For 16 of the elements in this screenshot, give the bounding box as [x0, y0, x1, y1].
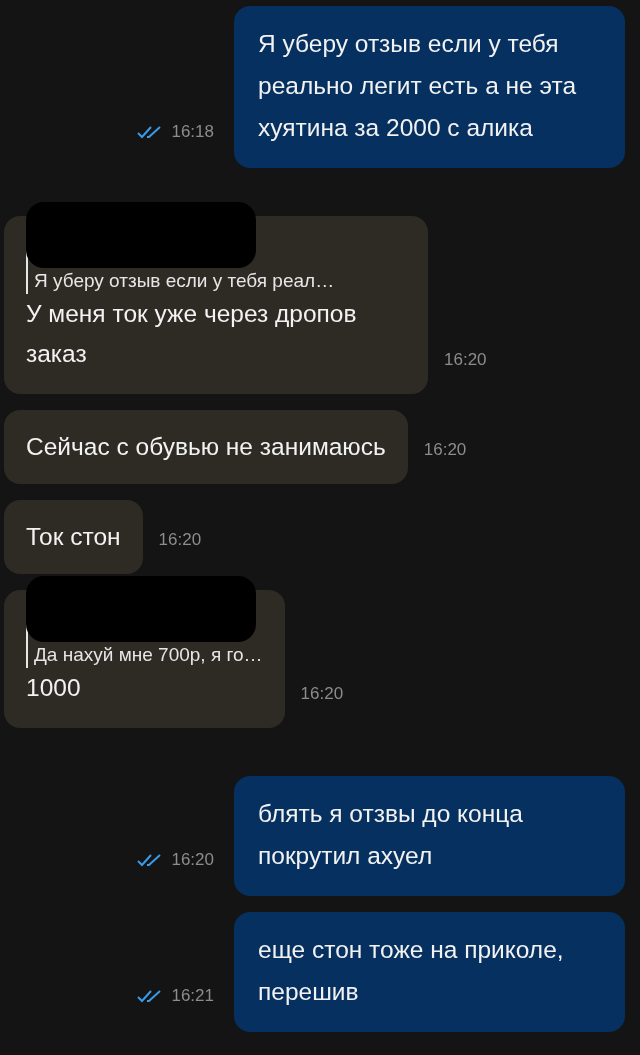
- message-time: 16:20: [171, 850, 214, 870]
- quote-text: Я уберу отзыв если у тебя реал…: [34, 269, 336, 293]
- message-time: 16:18: [171, 122, 214, 142]
- message-text: Я уберу отзыв если у тебя реально легит есть а не эта хуятина за 2000 с алика: [258, 29, 578, 143]
- message-text: 1000: [26, 673, 82, 703]
- message-time: 16:21: [171, 986, 214, 1006]
- message-text: У меня ток уже через дропов заказ: [26, 299, 358, 369]
- message-text: блять я отзвы до конца покрутил ахуел: [258, 799, 524, 871]
- message-time: 16:20: [158, 530, 202, 550]
- quote-text: Да нахуй мне 700р, я го…: [34, 643, 263, 667]
- message-time: 16:20: [423, 440, 467, 460]
- message-text: еще стон тоже на приколе, перешив: [258, 935, 565, 1007]
- message-time: 16:20: [444, 350, 487, 370]
- message-text: Ток стон: [26, 522, 121, 552]
- message-time: 16:20: [300, 684, 344, 704]
- message-text: Сейчас с обувью не занимаюсь: [26, 432, 386, 462]
